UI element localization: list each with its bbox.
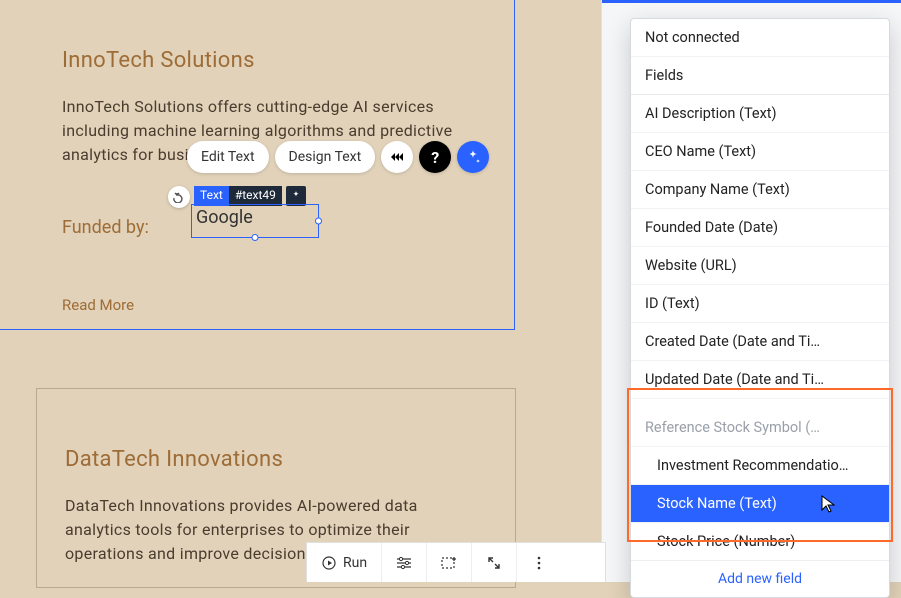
dropdown-ref-section: Reference Stock Symbol (… <box>631 409 889 447</box>
add-rect-icon <box>441 555 457 571</box>
read-more-link[interactable]: Read More <box>62 296 464 314</box>
selection-type-label: Text <box>194 186 229 206</box>
edit-text-button[interactable]: Edit Text <box>187 141 269 173</box>
settings-button[interactable] <box>382 543 427 582</box>
help-button[interactable]: ? <box>419 141 451 173</box>
resize-handle-bottom[interactable] <box>252 234 259 241</box>
dropdown-item[interactable]: Updated Date (Date and Ti… <box>631 361 889 399</box>
sparkle-icon <box>465 149 481 165</box>
dropdown-item[interactable]: Created Date (Date and Ti… <box>631 323 889 361</box>
dropdown-item[interactable]: Investment Recommendatio… <box>631 447 889 485</box>
more-button[interactable] <box>517 543 561 582</box>
selection-id-label: #text49 <box>229 186 282 206</box>
design-canvas[interactable]: InnoTech Solutions InnoTech Solutions of… <box>0 0 600 582</box>
run-label: Run <box>343 555 367 571</box>
selected-text-element[interactable]: Google <box>191 204 319 238</box>
add-component-button[interactable] <box>427 543 472 582</box>
play-icon <box>321 555 337 571</box>
dropdown-item[interactable]: Company Name (Text) <box>631 171 889 209</box>
animations-button[interactable] <box>381 141 413 173</box>
selection-ai-icon[interactable] <box>286 186 306 206</box>
selection-tag[interactable]: Text #text49 <box>194 186 306 206</box>
dropdown-item[interactable]: Website (URL) <box>631 247 889 285</box>
dropdown-item[interactable]: ID (Text) <box>631 285 889 323</box>
card-title: InnoTech Solutions <box>62 48 464 73</box>
dropdown-item[interactable]: CEO Name (Text) <box>631 133 889 171</box>
sliders-icon <box>396 555 412 571</box>
dropdown-item[interactable]: Founded Date (Date) <box>631 209 889 247</box>
expand-icon <box>486 555 502 571</box>
design-text-button[interactable]: Design Text <box>275 141 376 173</box>
field-dropdown[interactable]: Not connected Fields AI Description (Tex… <box>630 18 890 598</box>
ai-connect-button[interactable] <box>457 141 489 173</box>
element-toolbar: Edit Text Design Text ? <box>187 140 489 174</box>
inspector-panel: Not connected Fields AI Description (Tex… <box>601 0 901 582</box>
dropdown-add-field[interactable]: Add new field <box>631 560 889 597</box>
dropdown-item[interactable]: Stock Price (Number) <box>631 523 889 560</box>
bottom-toolbar: Run <box>306 542 606 582</box>
bound-text-value: Google <box>196 207 253 228</box>
undo-handle[interactable] <box>168 186 190 208</box>
funded-by-label: Funded by: <box>62 217 149 238</box>
run-button[interactable]: Run <box>307 543 382 582</box>
expand-button[interactable] <box>472 543 517 582</box>
card-title: DataTech Innovations <box>65 447 487 472</box>
more-vertical-icon <box>531 555 547 571</box>
dropdown-item-selected[interactable]: Stock Name (Text) <box>631 485 889 523</box>
question-icon: ? <box>431 148 439 167</box>
undo-icon <box>173 191 185 203</box>
dropdown-section-fields: Fields <box>631 57 889 95</box>
dropdown-not-connected[interactable]: Not connected <box>631 19 889 57</box>
resize-handle-right[interactable] <box>315 218 322 225</box>
dropdown-item[interactable]: AI Description (Text) <box>631 95 889 133</box>
